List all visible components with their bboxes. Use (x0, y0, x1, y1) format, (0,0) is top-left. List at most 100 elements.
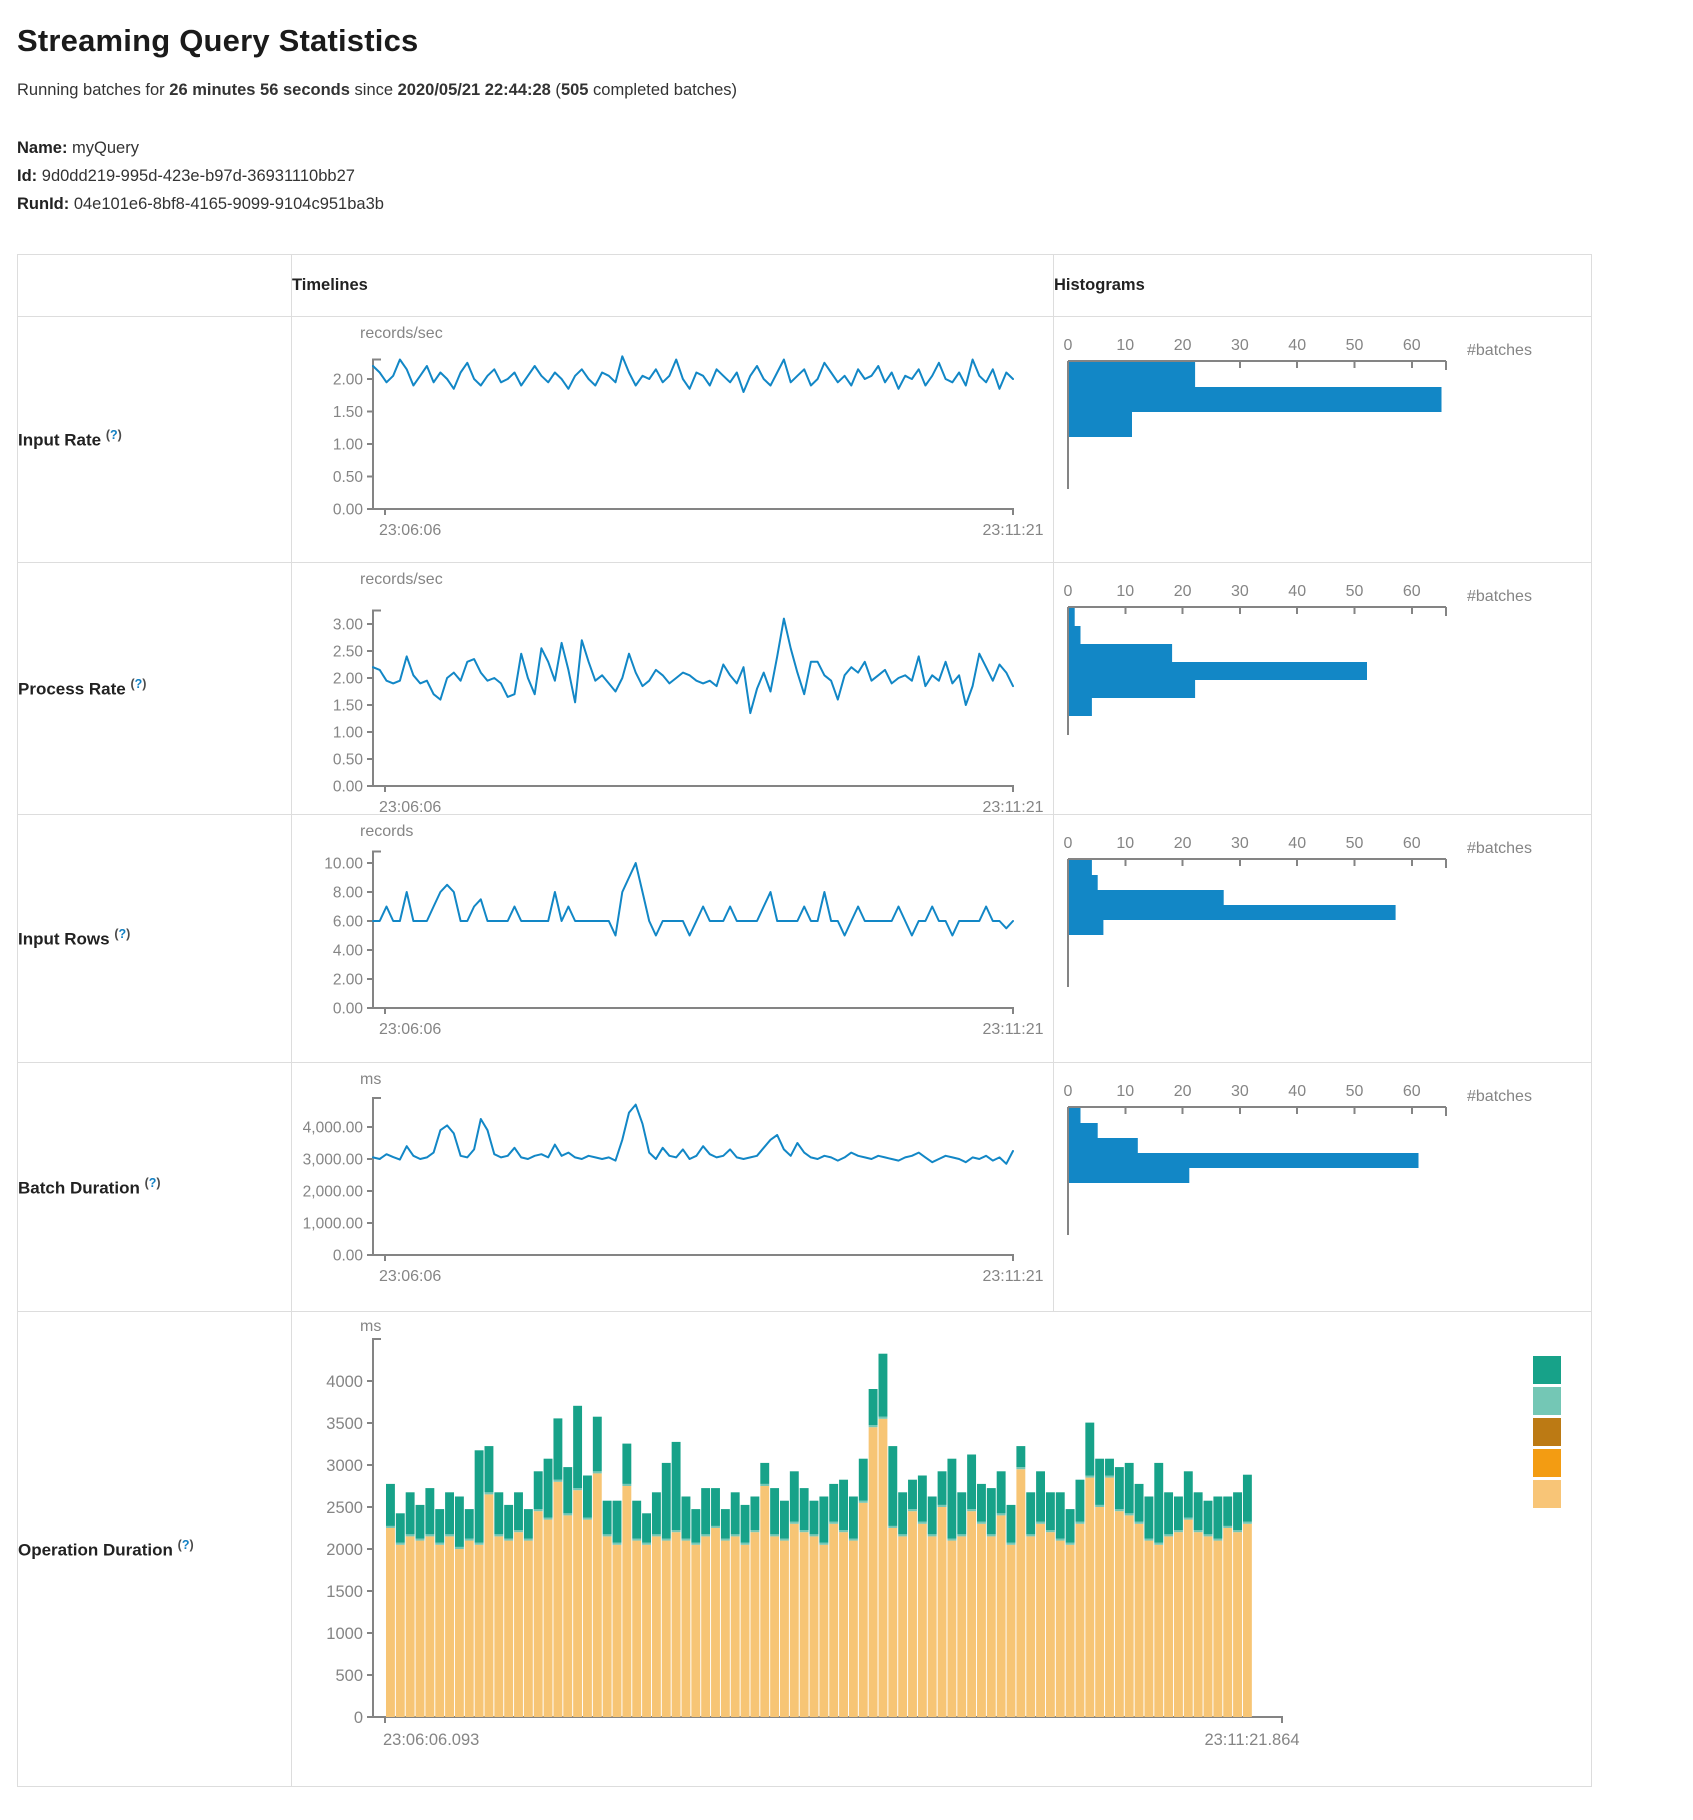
histogram-bar (1069, 920, 1103, 935)
stack-bar-teal (682, 1496, 691, 1538)
svg-text:#batches: #batches (1467, 840, 1532, 857)
stack-bar-lightteal (682, 1538, 691, 1540)
stack-bar-tan (869, 1427, 878, 1717)
stack-bar-lightteal (573, 1488, 582, 1490)
help-icon[interactable]: (?) (145, 1176, 161, 1190)
stack-bar-tan (987, 1536, 996, 1717)
stack-bar-teal (997, 1471, 1006, 1513)
stack-bar-tan (1105, 1477, 1114, 1716)
summary-text: completed batches) (588, 81, 737, 99)
histogram-bar (1069, 875, 1098, 890)
svg-text:23:11:21: 23:11:21 (982, 1021, 1043, 1038)
help-icon[interactable]: (?) (114, 927, 130, 941)
stack-bar-teal (1164, 1492, 1173, 1534)
svg-text:#batches: #batches (1467, 342, 1532, 359)
stack-bar-teal (1233, 1492, 1242, 1530)
stack-bar-lightteal (455, 1546, 464, 1548)
empty-header-cell (18, 255, 292, 317)
stack-bar-lightteal (1125, 1513, 1134, 1515)
svg-text:23:11:21: 23:11:21 (982, 522, 1043, 539)
stack-bar-teal (485, 1446, 494, 1492)
svg-text:0.50: 0.50 (333, 751, 364, 768)
stack-bar-teal (622, 1443, 631, 1483)
table-row: Input Rate (?) records/sec2.001.501.000.… (18, 317, 1592, 563)
svg-text:1.00: 1.00 (333, 724, 364, 741)
stack-bar-lightteal (819, 1542, 828, 1544)
help-icon[interactable]: (?) (130, 677, 146, 691)
stack-bar-lightteal (947, 1538, 956, 1540)
stack-bar-lightteal (504, 1538, 513, 1540)
svg-text:23:06:06: 23:06:06 (379, 799, 441, 814)
stack-bar-lightteal (485, 1492, 494, 1494)
stack-bar-teal (701, 1488, 710, 1534)
svg-text:500: 500 (335, 1667, 363, 1685)
stack-bar-lightteal (691, 1542, 700, 1544)
operation-duration-svg: ms4000350030002500200015001000500023:06:… (292, 1313, 1590, 1786)
table-row: Process Rate (?) records/sec3.002.502.00… (18, 563, 1592, 815)
svg-text:0: 0 (1064, 583, 1073, 600)
histogram-bar (1069, 608, 1075, 626)
stack-bar-tan (1243, 1523, 1252, 1716)
svg-text:30: 30 (1231, 583, 1249, 600)
stack-bar-tan (1115, 1511, 1124, 1717)
svg-text:10: 10 (1116, 835, 1134, 852)
stack-bar-teal (435, 1509, 444, 1543)
stack-bar-lightteal (406, 1534, 415, 1536)
histogram-bar (1069, 1138, 1138, 1153)
svg-text:6.00: 6.00 (333, 913, 364, 930)
stack-bar-tan (918, 1523, 927, 1716)
help-icon[interactable]: (?) (178, 1538, 194, 1552)
stack-bar-teal (711, 1488, 720, 1526)
stack-bar-tan (810, 1536, 819, 1717)
histogram-bar (1069, 362, 1195, 387)
stack-bar-lightteal (1056, 1538, 1065, 1540)
stack-bar-tan (849, 1540, 858, 1716)
svg-text:60: 60 (1403, 1083, 1421, 1100)
stack-bar-teal (593, 1416, 602, 1471)
process-rate-histogram-svg: 0102030405060#batches (1054, 564, 1590, 814)
stack-bar-teal (1204, 1500, 1213, 1534)
stack-bar-lightteal (632, 1538, 641, 1540)
stack-bar-lightteal (386, 1525, 395, 1527)
svg-text:0.00: 0.00 (333, 501, 364, 518)
histograms-header: Histograms (1054, 255, 1592, 317)
stack-bar-lightteal (1115, 1509, 1124, 1511)
stack-bar-teal (396, 1513, 405, 1542)
page-title: Streaming Query Statistics (17, 23, 1693, 59)
stack-bar-tan (1204, 1536, 1213, 1717)
stack-bar-lightteal (731, 1534, 740, 1536)
row-label-process-rate: Process Rate (?) (18, 563, 292, 815)
stack-bar-teal (603, 1500, 612, 1534)
stack-bar-teal (750, 1496, 759, 1530)
stack-bar-lightteal (652, 1534, 661, 1536)
stack-bar-lightteal (642, 1542, 651, 1544)
stack-bar-tan (741, 1544, 750, 1716)
stack-bar-tan (632, 1540, 641, 1716)
stack-bar-teal (514, 1492, 523, 1530)
query-metadata: Name: myQuery Id: 9d0dd219-995d-423e-b97… (17, 134, 1693, 218)
stack-bar-tan (396, 1544, 405, 1716)
stack-bar-teal (1095, 1458, 1104, 1504)
statistics-table: Timelines Histograms Input Rate (?) reco… (17, 254, 1592, 1787)
stack-bar-lightteal (475, 1542, 484, 1544)
input-rate-timeline-chart: records/sec2.001.501.000.500.0023:06:062… (292, 318, 1053, 562)
stack-bar-tan (859, 1502, 868, 1716)
stack-bar-teal (859, 1458, 868, 1500)
stack-bar-lightteal (1243, 1521, 1252, 1523)
stack-bar-tan (563, 1515, 572, 1717)
svg-text:4000: 4000 (326, 1373, 363, 1391)
help-icon[interactable]: (?) (106, 428, 122, 442)
stack-bar-tan (672, 1532, 681, 1717)
stack-bar-teal (1066, 1509, 1075, 1543)
stack-bar-teal (879, 1353, 888, 1416)
row-label-batch-duration: Batch Duration (?) (18, 1063, 292, 1312)
svg-text:10.00: 10.00 (324, 855, 363, 872)
stack-bar-tan (1046, 1532, 1055, 1717)
stack-bar-lightteal (849, 1538, 858, 1540)
stack-bar-lightteal (701, 1534, 710, 1536)
stack-bar-teal (534, 1471, 543, 1509)
stack-bar-lightteal (800, 1530, 809, 1532)
row-label-text: Operation Duration (18, 1540, 173, 1559)
runid-value: 04e101e6-8bf8-4165-9099-9104c951ba3b (74, 195, 384, 213)
svg-text:0.00: 0.00 (333, 1000, 364, 1017)
